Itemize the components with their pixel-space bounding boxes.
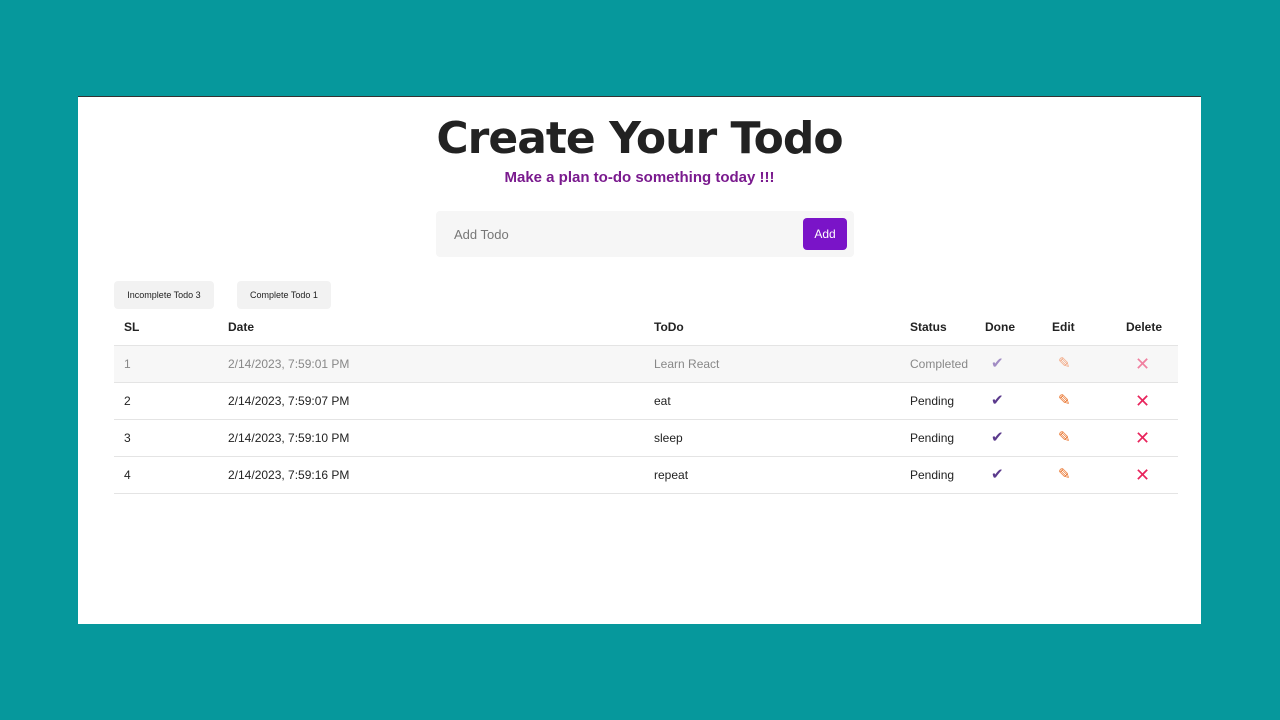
row-sl: 1 xyxy=(124,357,131,371)
row-sl: 4 xyxy=(124,468,131,482)
table-header: SL Date ToDo Status Done Edit Delete xyxy=(114,309,1178,346)
check-icon[interactable]: ✔ xyxy=(991,420,1004,456)
row-date: 2/14/2023, 7:59:16 PM xyxy=(228,468,350,482)
add-todo-input[interactable] xyxy=(446,219,812,249)
page-subtitle: Make a plan to-do something today !!! xyxy=(504,169,775,186)
row-status: Completed xyxy=(910,357,969,371)
column-header-done: Done xyxy=(985,320,1015,334)
row-date: 2/14/2023, 7:59:10 PM xyxy=(228,431,350,445)
row-status: Pending xyxy=(910,431,955,445)
row-date: 2/14/2023, 7:59:01 PM xyxy=(228,357,350,371)
row-sl: 2 xyxy=(124,394,131,408)
table-row: 2 2/14/2023, 7:59:07 PM eat Pending ✔ ✎ … xyxy=(114,383,1178,420)
row-date: 2/14/2023, 7:59:07 PM xyxy=(228,394,350,408)
add-button[interactable]: Add xyxy=(803,218,847,250)
close-icon[interactable]: ✕ xyxy=(1135,457,1150,493)
row-sl: 3 xyxy=(124,431,131,445)
pencil-icon[interactable]: ✎ xyxy=(1058,457,1071,493)
todo-table: SL Date ToDo Status Done Edit Delete 1 2… xyxy=(114,309,1178,494)
check-icon[interactable]: ✔ xyxy=(991,457,1004,493)
row-status: Pending xyxy=(910,468,955,482)
row-todo: eat xyxy=(654,394,671,408)
add-todo-form: Add xyxy=(436,211,854,257)
row-status: Pending xyxy=(910,394,955,408)
table-row: 3 2/14/2023, 7:59:10 PM sleep Pending ✔ … xyxy=(114,420,1178,457)
row-todo: repeat xyxy=(654,468,689,482)
todo-card: Create Your Todo Make a plan to-do somet… xyxy=(78,96,1201,624)
check-icon[interactable]: ✔ xyxy=(991,383,1004,419)
table-row: 4 2/14/2023, 7:59:16 PM repeat Pending ✔… xyxy=(114,457,1178,494)
pencil-icon[interactable]: ✎ xyxy=(1058,420,1071,456)
incomplete-todo-button[interactable]: Incomplete Todo 3 xyxy=(114,281,214,309)
column-header-delete: Delete xyxy=(1126,320,1163,334)
pencil-icon[interactable]: ✎ xyxy=(1058,346,1071,382)
table-row: 1 2/14/2023, 7:59:01 PM Learn React Comp… xyxy=(114,346,1178,383)
close-icon[interactable]: ✕ xyxy=(1135,420,1150,456)
close-icon[interactable]: ✕ xyxy=(1135,346,1150,382)
column-header-todo: ToDo xyxy=(654,320,684,334)
column-header-date: Date xyxy=(228,320,255,334)
page-title: Create Your Todo xyxy=(436,113,843,164)
complete-todo-button[interactable]: Complete Todo 1 xyxy=(237,281,331,309)
column-header-status: Status xyxy=(910,320,947,334)
column-header-edit: Edit xyxy=(1052,320,1075,334)
row-todo: sleep xyxy=(654,431,683,445)
pencil-icon[interactable]: ✎ xyxy=(1058,383,1071,419)
row-todo: Learn React xyxy=(654,357,720,371)
close-icon[interactable]: ✕ xyxy=(1135,383,1150,419)
check-icon[interactable]: ✔ xyxy=(991,346,1004,382)
column-header-sl: SL xyxy=(124,320,140,334)
